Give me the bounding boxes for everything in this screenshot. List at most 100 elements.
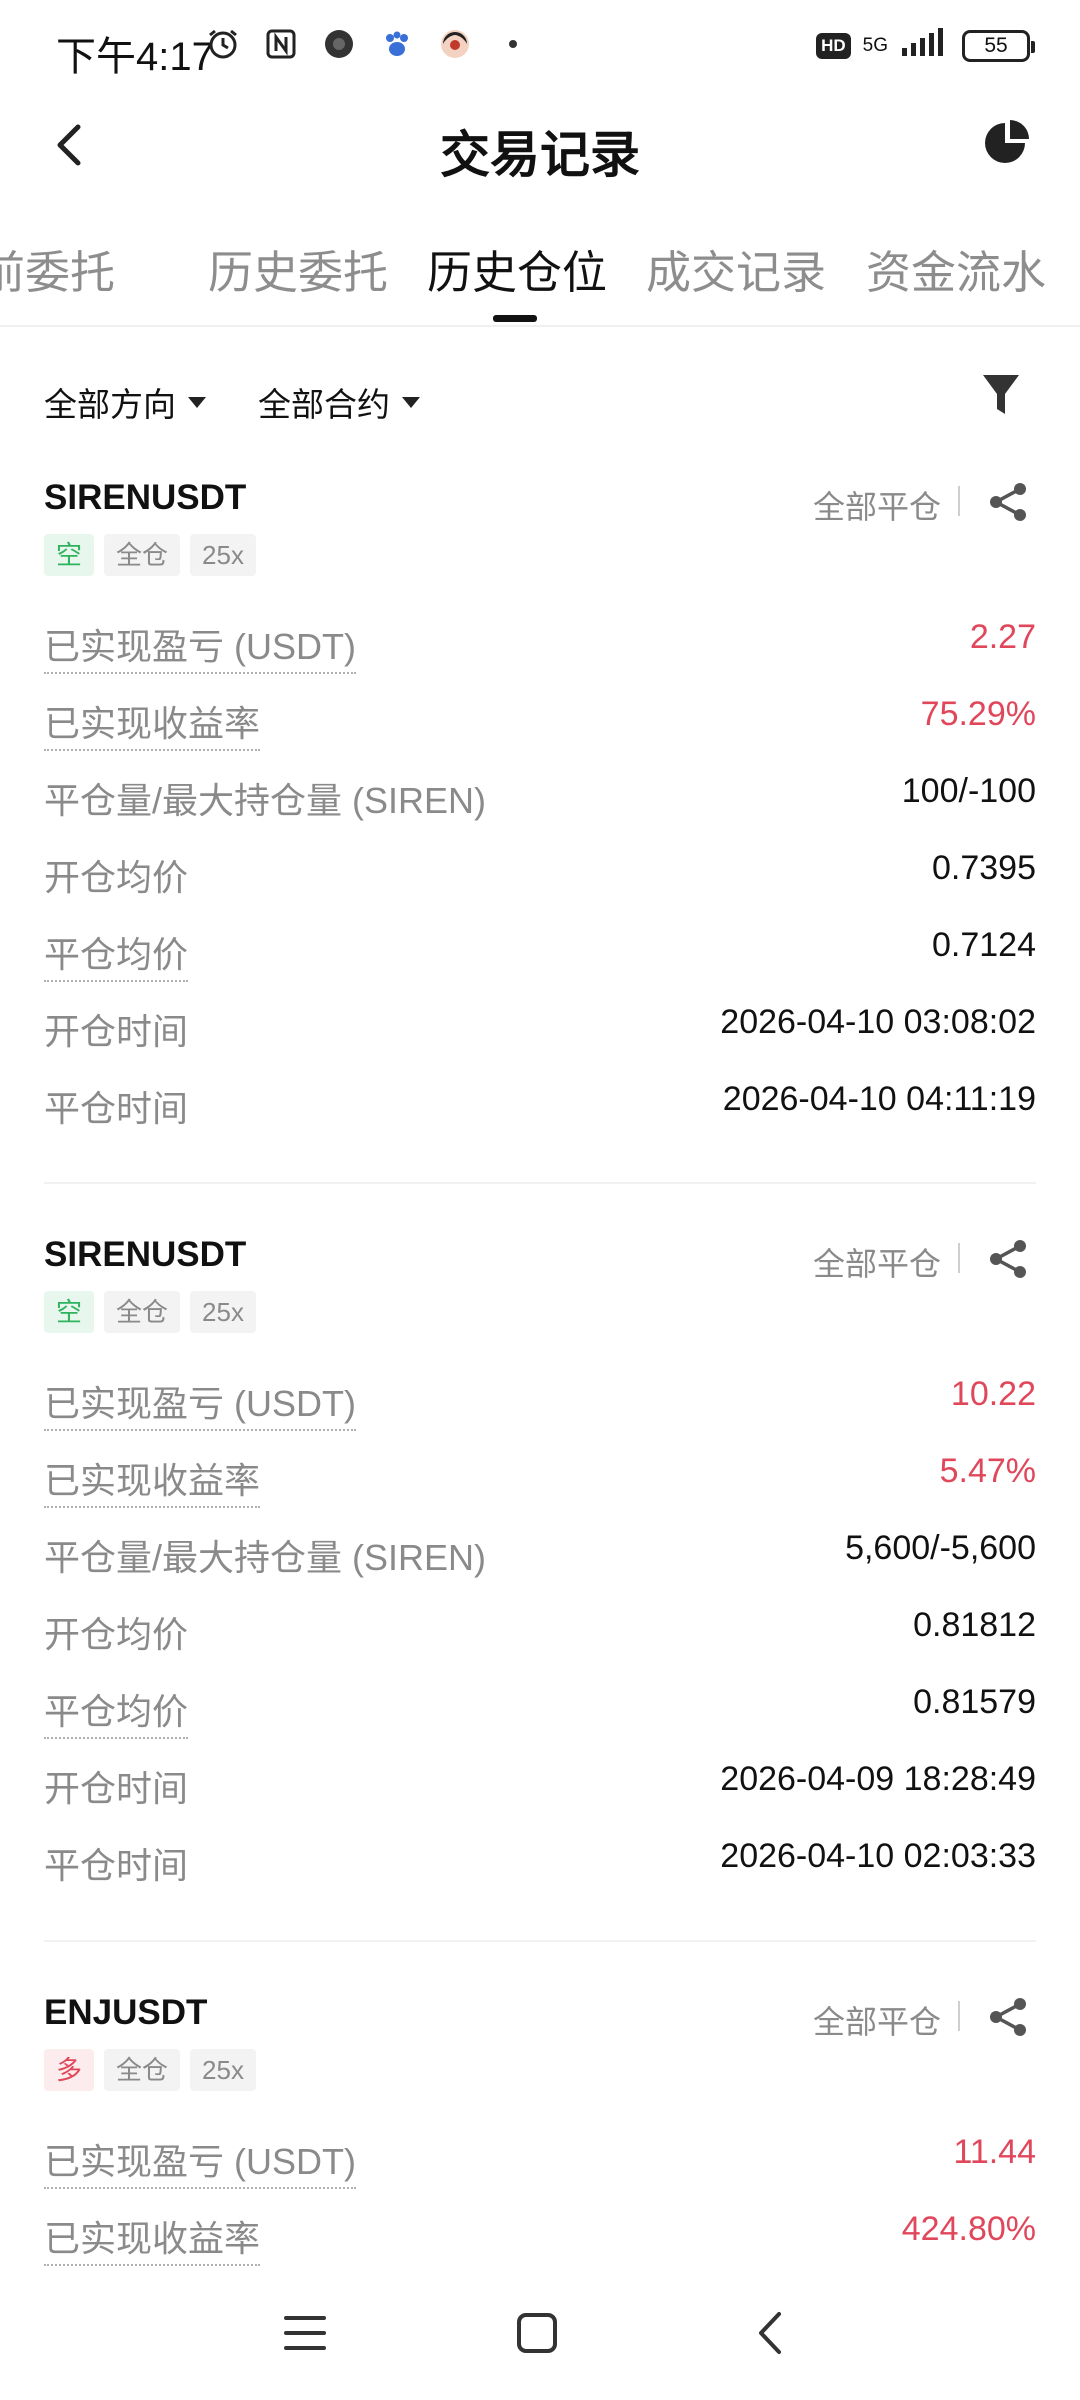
margin-mode-tag: 全仓 — [104, 534, 181, 576]
card-divider — [44, 1182, 1036, 1184]
field-value: 2026-04-10 03:08:02 — [720, 1003, 1036, 1041]
field-value: 10.22 — [950, 1375, 1036, 1413]
field-label[interactable]: 已实现盈亏 (USDT) — [44, 1375, 356, 1431]
direction-filter[interactable]: 全部方向 — [44, 378, 206, 426]
tab-funding-flow[interactable]: 资金流水 — [866, 236, 1046, 301]
tab-current-orders[interactable]: 前委托 — [0, 236, 115, 301]
field-label[interactable]: 已实现盈亏 (USDT) — [44, 618, 356, 674]
field-label[interactable]: 平仓均价 — [44, 1683, 189, 1739]
network-type: 5G — [862, 34, 888, 56]
notification-icons — [205, 26, 531, 62]
share-button[interactable] — [984, 1235, 1032, 1283]
position-field-row: 平仓量/最大持仓量 (SIREN) 5,600/-5,600 — [44, 1529, 1036, 1589]
caret-down-icon — [188, 396, 206, 408]
position-tags: 空全仓 25x — [44, 1291, 256, 1333]
field-label: 开仓均价 — [44, 857, 189, 898]
position-field-row: 平仓时间 2026-04-10 04:11:19 — [44, 1080, 1036, 1140]
home-nav-button[interactable] — [502, 2298, 572, 2368]
share-button[interactable] — [984, 478, 1032, 526]
app-header: 交易记录 — [0, 95, 1080, 205]
hd-badge: HD — [816, 32, 851, 59]
position-field-row: 已实现盈亏 (USDT) 11.44 — [44, 2133, 1036, 2193]
field-value: 0.81812 — [913, 1606, 1036, 1644]
direction-tag: 空 — [44, 534, 95, 576]
position-symbol: ENJUSDT — [44, 1993, 208, 2032]
tab-order-history[interactable]: 历史委托 — [208, 236, 388, 301]
back-nav-button[interactable] — [735, 2298, 805, 2368]
pie-chart-icon — [985, 120, 1029, 163]
active-tab-indicator — [493, 315, 537, 322]
field-label[interactable]: 已实现收益率 — [44, 1452, 261, 1508]
analysis-button[interactable] — [978, 113, 1038, 173]
field-value: 2026-04-09 18:28:49 — [720, 1760, 1036, 1798]
header-separator — [958, 2001, 960, 2031]
field-label: 平仓量/最大持仓量 (SIREN) — [44, 1537, 487, 1578]
field-label[interactable]: 平仓均价 — [44, 926, 189, 982]
field-value: 0.7124 — [932, 926, 1036, 964]
position-field-row: 平仓均价 0.7124 — [44, 926, 1036, 986]
position-symbol: SIRENUSDT — [44, 1235, 247, 1274]
position-field-row: 开仓均价 0.81812 — [44, 1606, 1036, 1666]
leverage-tag: 25x — [190, 1291, 256, 1333]
field-label: 平仓时间 — [44, 1845, 189, 1886]
position-field-row: 已实现盈亏 (USDT) 10.22 — [44, 1375, 1036, 1435]
record-tabs: 前委托 历史委托 历史仓位 成交记录 资金流水 — [0, 222, 1080, 327]
caret-down-icon — [402, 396, 420, 408]
field-value: 75.29% — [920, 695, 1036, 733]
square-home-icon — [517, 2313, 557, 2353]
close-type-label: 全部平仓 — [812, 489, 941, 525]
field-value: 0.7395 — [932, 849, 1036, 887]
field-label[interactable]: 已实现收益率 — [44, 695, 261, 751]
position-field-row: 开仓均价 0.7395 — [44, 849, 1036, 909]
leverage-tag: 25x — [190, 2049, 256, 2091]
direction-tag: 多 — [44, 2049, 95, 2091]
field-label[interactable]: 已实现收益率 — [44, 2210, 261, 2266]
position-card[interactable]: SIRENUSDT 全部平仓空全仓 25x 已实现盈亏 (USDT) 10.22 已实现收… — [44, 1235, 1036, 1914]
field-label[interactable]: 已实现盈亏 (USDT) — [44, 2133, 356, 2189]
app-icon-dark — [321, 26, 357, 62]
menu-nav-button[interactable] — [270, 2298, 340, 2368]
position-card[interactable]: SIRENUSDT 全部平仓空全仓 25x 已实现盈亏 (USDT) 2.27 已实现收益… — [44, 478, 1036, 1157]
nfc-icon — [263, 26, 299, 62]
field-value: 2026-04-10 02:03:33 — [720, 1837, 1036, 1875]
header-separator — [958, 1243, 960, 1273]
tab-position-history[interactable]: 历史仓位 — [427, 236, 607, 301]
share-icon — [990, 1240, 1026, 1278]
menu-icon — [284, 2316, 326, 2350]
leverage-tag: 25x — [190, 534, 256, 576]
status-time: 下午4:17 — [56, 35, 214, 79]
avatar-app-icon — [437, 26, 473, 62]
position-field-row: 开仓时间 2026-04-09 18:28:49 — [44, 1760, 1036, 1820]
system-navigation-bar — [0, 2270, 1080, 2400]
card-divider — [44, 1940, 1036, 1942]
paw-app-icon — [379, 26, 415, 62]
position-tags: 多全仓 25x — [44, 2049, 256, 2091]
position-field-row: 已实现盈亏 (USDT) 2.27 — [44, 618, 1036, 678]
position-field-row: 已实现收益率 424.80% — [44, 2210, 1036, 2270]
field-label: 开仓均价 — [44, 1614, 189, 1655]
position-field-row: 已实现收益率 5.47% — [44, 1452, 1036, 1512]
margin-mode-tag: 全仓 — [104, 1291, 181, 1333]
field-label: 平仓量/最大持仓量 (SIREN) — [44, 780, 487, 821]
position-field-row: 平仓时间 2026-04-10 02:03:33 — [44, 1837, 1036, 1897]
tab-trade-history[interactable]: 成交记录 — [646, 236, 826, 301]
share-icon — [990, 483, 1026, 521]
position-symbol: SIRENUSDT — [44, 478, 247, 517]
field-value: 5.47% — [939, 1452, 1036, 1490]
field-value: 424.80% — [901, 2210, 1036, 2248]
system-indicators: HD 5G 55 — [816, 28, 1035, 63]
field-value: 5,600/-5,600 — [845, 1529, 1036, 1567]
contract-filter-label: 全部合约 — [258, 386, 390, 423]
position-field-row: 开仓时间 2026-04-10 03:08:02 — [44, 1003, 1036, 1063]
signal-icon — [900, 28, 944, 63]
share-button[interactable] — [984, 1993, 1032, 2041]
field-value: 0.81579 — [913, 1683, 1036, 1721]
filter-button[interactable] — [976, 368, 1026, 422]
position-card[interactable]: ENJUSDT 全部平仓多全仓 25x 已实现盈亏 (USDT) 11.44 已实现收益率… — [44, 1993, 1036, 2287]
field-label: 开仓时间 — [44, 1768, 189, 1809]
contract-filter[interactable]: 全部合约 — [258, 378, 420, 426]
field-label: 开仓时间 — [44, 1011, 189, 1052]
direction-filter-label: 全部方向 — [44, 386, 176, 423]
field-value: 11.44 — [953, 2133, 1036, 2171]
filter-bar: 全部方向 全部合约 — [0, 360, 1080, 440]
